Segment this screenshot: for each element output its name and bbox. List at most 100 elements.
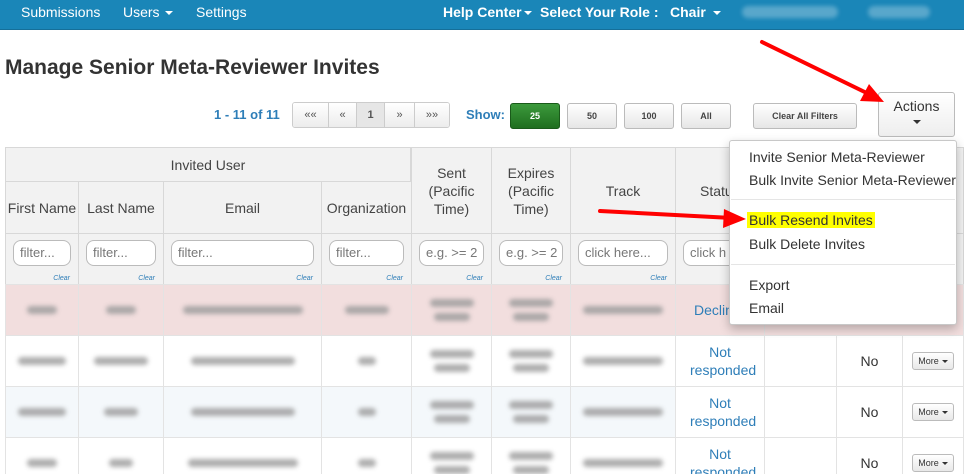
- user-menu-blurred[interactable]: [868, 6, 930, 18]
- menu-divider: [731, 199, 955, 200]
- page-size-25-button[interactable]: 25: [510, 103, 560, 129]
- last-page-button[interactable]: »»: [415, 103, 449, 127]
- filter-cell-organization: filter... Clear: [321, 233, 412, 285]
- cell-blank: [764, 437, 837, 474]
- filter-expires-input[interactable]: e.g. >= 2: [499, 240, 563, 266]
- menu-item-bulk-resend-invites[interactable]: Bulk Resend Invites: [747, 212, 875, 228]
- clear-all-filters-button[interactable]: Clear All Filters: [753, 103, 857, 129]
- show-label: Show:: [466, 107, 505, 122]
- chevron-down-icon: [941, 461, 948, 465]
- cell-organization: [321, 335, 412, 387]
- clear-filter-link[interactable]: Clear: [466, 275, 483, 282]
- filter-cell-sent: e.g. >= 2 Clear: [411, 233, 492, 285]
- cell-track: [570, 386, 676, 438]
- menu-item-export[interactable]: Export: [749, 277, 789, 293]
- top-navbar: Submissions Users Settings Help Center S…: [0, 0, 964, 30]
- page-1-button[interactable]: 1: [357, 103, 385, 127]
- menu-item-bulk-delete-invites[interactable]: Bulk Delete Invites: [749, 236, 865, 252]
- page-size-50-button[interactable]: 50: [567, 103, 617, 129]
- user-name-blurred[interactable]: [742, 6, 838, 18]
- cell-first-name: [5, 335, 79, 387]
- clear-filter-link[interactable]: Clear: [53, 275, 70, 282]
- page-size-all-button[interactable]: All: [681, 103, 731, 129]
- row-more-button[interactable]: More: [912, 403, 954, 421]
- nav-settings-label: Settings: [196, 4, 247, 20]
- cell-organization: [321, 437, 412, 474]
- row-more-label: More: [918, 458, 939, 468]
- nav-users-menu[interactable]: Users: [123, 0, 173, 26]
- cell-last-name: [78, 284, 164, 336]
- row-more-button[interactable]: More: [912, 352, 954, 370]
- page-size-100-button[interactable]: 100: [624, 103, 674, 129]
- clear-filter-link[interactable]: Clear: [296, 275, 313, 282]
- cell-last-name: [78, 335, 164, 387]
- cell-last-name: [78, 386, 164, 438]
- column-header-expires[interactable]: Expires (Pacific Time): [491, 147, 571, 234]
- role-selector[interactable]: Chair: [670, 0, 721, 26]
- column-header-track[interactable]: Track: [570, 147, 676, 234]
- cell-email: [163, 386, 322, 438]
- invited-user-group-header: Invited User: [5, 147, 411, 182]
- filter-last-name-input[interactable]: filter...: [86, 240, 156, 266]
- status-link[interactable]: Not responded: [690, 343, 756, 379]
- next-page-button[interactable]: »: [385, 103, 415, 127]
- status-link[interactable]: Not responded: [690, 394, 756, 430]
- filter-cell-last-name: filter... Clear: [78, 233, 164, 285]
- column-header-last-name[interactable]: Last Name: [78, 181, 164, 234]
- nav-help-center-menu[interactable]: Help Center: [443, 0, 532, 26]
- nav-help-center-label: Help Center: [443, 4, 522, 20]
- cell-first-name: [5, 437, 79, 474]
- menu-item-bulk-invite-senior-meta-reviewer[interactable]: Bulk Invite Senior Meta-Reviewer: [749, 172, 956, 188]
- cell-track: [570, 335, 676, 387]
- column-header-email[interactable]: Email: [163, 181, 322, 234]
- cell-expires: [491, 386, 571, 438]
- cell-actions: More: [902, 437, 964, 474]
- actions-button-label: Actions: [893, 98, 940, 114]
- clear-filter-link[interactable]: Clear: [650, 275, 667, 282]
- nav-users-label: Users: [123, 4, 160, 20]
- select-role-label: Select Your Role :: [540, 4, 659, 20]
- filter-cell-expires: e.g. >= 2 Clear: [491, 233, 571, 285]
- filter-track-input[interactable]: click here...: [578, 240, 668, 266]
- row-more-button[interactable]: More: [912, 454, 954, 472]
- menu-item-email[interactable]: Email: [749, 300, 784, 316]
- filter-sent-input[interactable]: e.g. >= 2: [419, 240, 484, 266]
- filter-cell-track: click here... Clear: [570, 233, 676, 285]
- status-link[interactable]: Declin: [694, 301, 733, 319]
- clear-filter-link[interactable]: Clear: [386, 275, 403, 282]
- actions-button[interactable]: Actions: [878, 92, 955, 137]
- cell-flag: No: [836, 335, 903, 387]
- cell-status[interactable]: Not responded: [675, 437, 765, 474]
- cell-email: [163, 284, 322, 336]
- cell-first-name: [5, 284, 79, 336]
- menu-item-bulk-resend-invites-label: Bulk Resend Invites: [747, 212, 875, 228]
- chevron-down-icon: [523, 11, 532, 16]
- column-header-sent[interactable]: Sent (Pacific Time): [411, 147, 492, 234]
- pagination-info: 1 - 11 of 11: [214, 107, 280, 122]
- status-link[interactable]: Not responded: [690, 445, 756, 474]
- filter-cell-email: filter... Clear: [163, 233, 322, 285]
- pagination: «« « 1 » »»: [292, 102, 450, 128]
- cell-status[interactable]: Not responded: [675, 386, 765, 438]
- cell-actions: More: [902, 335, 964, 387]
- filter-first-name-input[interactable]: filter...: [13, 240, 71, 266]
- chevron-down-icon: [164, 11, 173, 16]
- cell-last-name: [78, 437, 164, 474]
- column-header-organization[interactable]: Organization: [321, 181, 412, 234]
- cell-email: [163, 335, 322, 387]
- menu-item-invite-senior-meta-reviewer[interactable]: Invite Senior Meta-Reviewer: [749, 149, 925, 165]
- nav-submissions[interactable]: Submissions: [21, 0, 100, 26]
- arrow-to-actions-icon: [760, 40, 884, 102]
- nav-settings[interactable]: Settings: [196, 0, 247, 26]
- actions-dropdown-menu: Invite Senior Meta-Reviewer Bulk Invite …: [729, 140, 957, 325]
- clear-filter-link[interactable]: Clear: [138, 275, 155, 282]
- column-header-first-name[interactable]: First Name: [5, 181, 79, 234]
- cell-actions: More: [902, 386, 964, 438]
- clear-filter-link[interactable]: Clear: [545, 275, 562, 282]
- row-more-label: More: [918, 356, 939, 366]
- prev-page-button[interactable]: «: [329, 103, 357, 127]
- filter-email-input[interactable]: filter...: [171, 240, 314, 266]
- cell-status[interactable]: Not responded: [675, 335, 765, 387]
- first-page-button[interactable]: ««: [293, 103, 329, 127]
- filter-organization-input[interactable]: filter...: [329, 240, 404, 266]
